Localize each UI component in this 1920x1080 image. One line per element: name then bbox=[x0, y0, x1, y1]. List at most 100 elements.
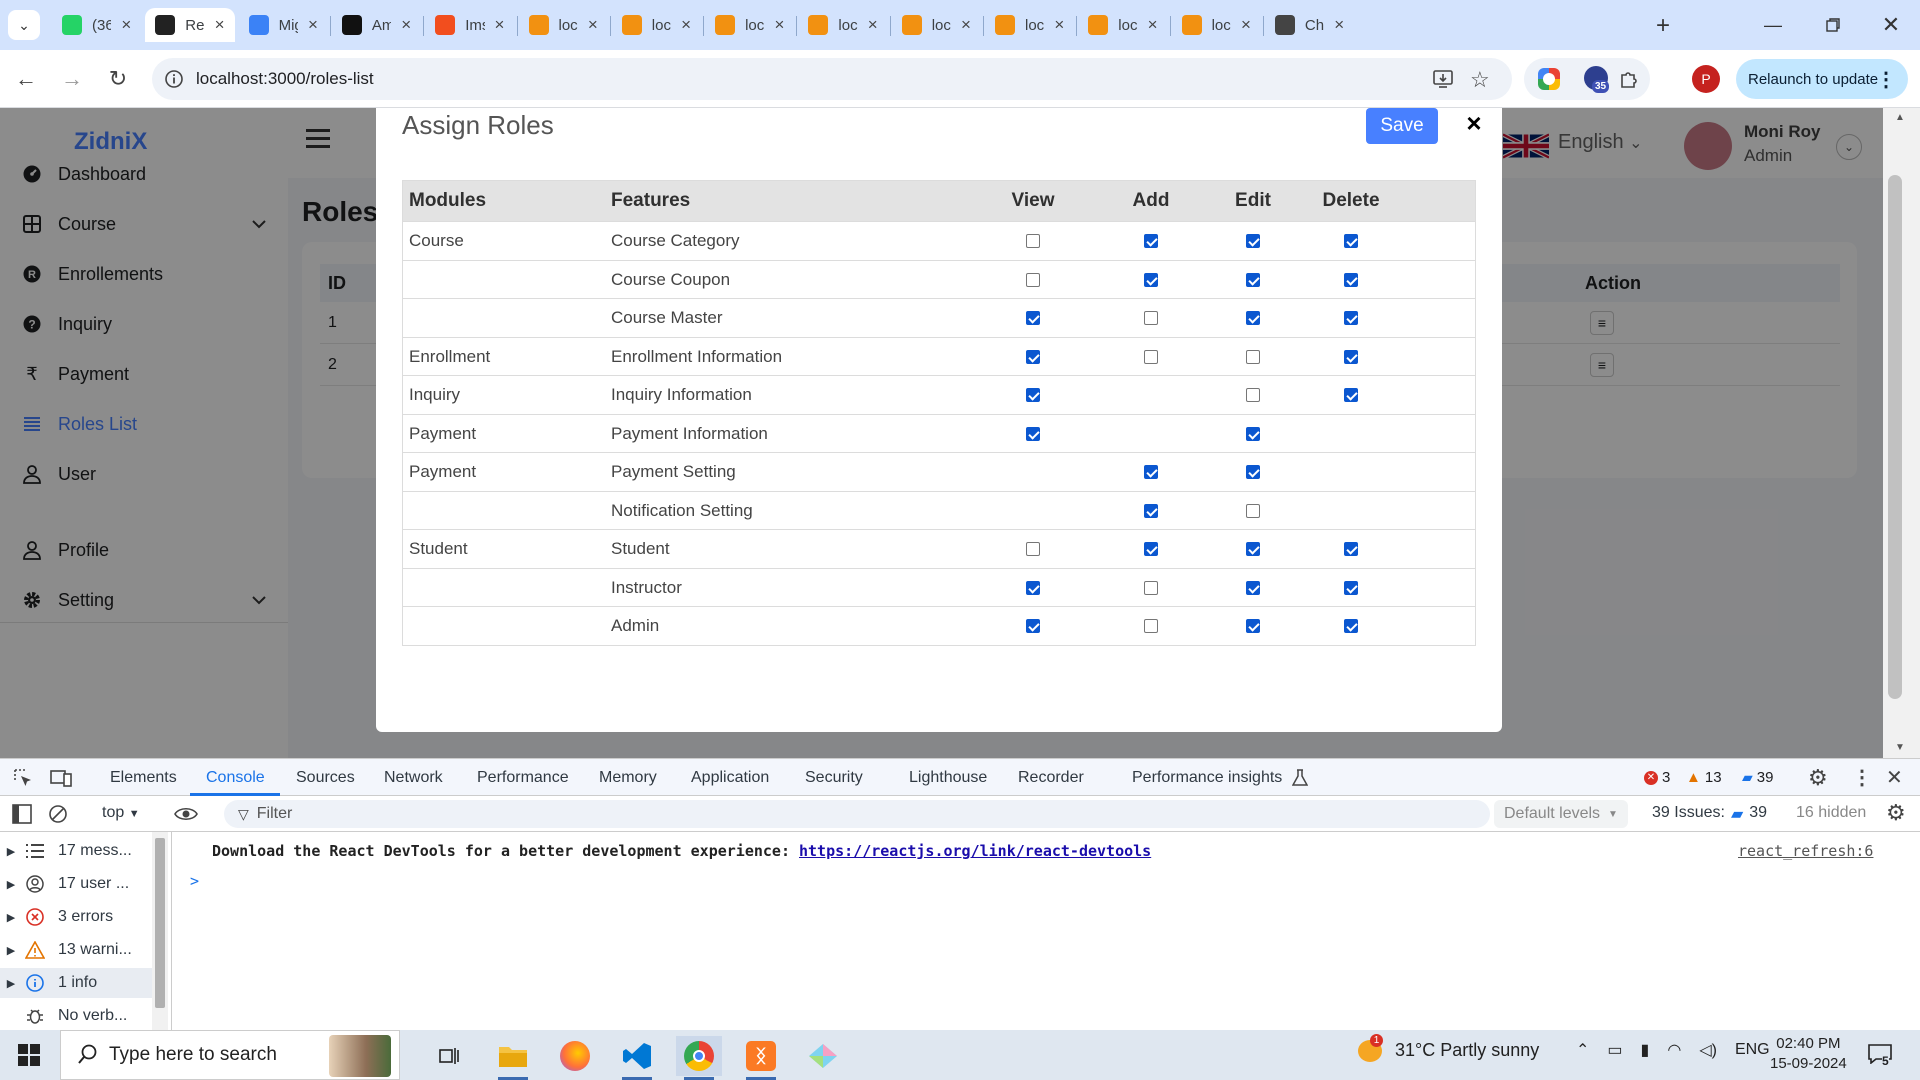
edit-checkbox[interactable] bbox=[1246, 426, 1260, 441]
restore-button[interactable] bbox=[1810, 8, 1856, 42]
scrollbar-thumb[interactable] bbox=[1888, 175, 1902, 699]
add-checkbox[interactable] bbox=[1144, 465, 1158, 479]
chrome-lens-icon[interactable] bbox=[1538, 68, 1560, 90]
forward-button[interactable]: → bbox=[56, 63, 88, 95]
browser-tab[interactable]: loca × bbox=[892, 8, 981, 42]
tab-close-icon[interactable]: × bbox=[868, 15, 878, 35]
bookmark-star-icon[interactable]: ☆ bbox=[1470, 67, 1490, 93]
expand-arrow-icon[interactable]: ▶ bbox=[0, 878, 22, 891]
devtools-tab-security[interactable]: Security bbox=[805, 759, 863, 797]
taskbar-search[interactable]: Type here to search bbox=[60, 1030, 400, 1080]
view-checkbox[interactable] bbox=[1026, 542, 1040, 556]
back-button[interactable]: ← bbox=[10, 63, 42, 95]
delete-checkbox[interactable] bbox=[1344, 580, 1358, 595]
browser-tab[interactable]: loca × bbox=[1078, 8, 1167, 42]
tab-close-icon[interactable]: × bbox=[1241, 15, 1251, 35]
tab-close-icon[interactable]: × bbox=[401, 15, 411, 35]
clear-console-icon[interactable] bbox=[48, 804, 68, 824]
tab-close-icon[interactable]: × bbox=[1334, 15, 1344, 35]
tab-close-icon[interactable]: × bbox=[961, 15, 971, 35]
edit-checkbox[interactable] bbox=[1246, 311, 1260, 325]
tab-close-icon[interactable]: × bbox=[681, 15, 691, 35]
tab-close-icon[interactable]: × bbox=[308, 15, 318, 35]
filter-input[interactable]: ▽ Filter bbox=[224, 800, 1490, 828]
volume-icon[interactable]: ◁) bbox=[1699, 1040, 1717, 1060]
delete-checkbox[interactable] bbox=[1344, 542, 1358, 556]
browser-tab[interactable]: Cha × bbox=[1265, 8, 1354, 42]
profile-avatar[interactable]: P bbox=[1692, 65, 1720, 93]
wifi-icon[interactable]: ◠ bbox=[1667, 1040, 1681, 1060]
console-sidebar-item[interactable]: ▶ 13 warni... bbox=[0, 935, 160, 965]
add-checkbox[interactable] bbox=[1144, 503, 1158, 518]
message-count[interactable]: ▰ 39 bbox=[1742, 769, 1773, 786]
xampp-icon[interactable]: ᛝ bbox=[738, 1036, 784, 1080]
notification-center-icon[interactable]: 5 bbox=[1868, 1044, 1894, 1068]
live-expression-eye-icon[interactable] bbox=[174, 804, 198, 824]
devtools-tab-recorder[interactable]: Recorder bbox=[1018, 759, 1084, 797]
edit-checkbox[interactable] bbox=[1246, 542, 1260, 556]
vscode-icon[interactable] bbox=[614, 1036, 660, 1080]
view-checkbox[interactable] bbox=[1026, 388, 1040, 402]
task-view-icon[interactable] bbox=[426, 1036, 472, 1076]
console-sidebar-item[interactable]: ▶ 17 user ... bbox=[0, 869, 160, 899]
warning-count[interactable]: ▲ 13 bbox=[1686, 769, 1722, 786]
view-checkbox[interactable] bbox=[1026, 426, 1040, 441]
view-checkbox[interactable] bbox=[1026, 311, 1040, 325]
devtools-tab-lighthouse[interactable]: Lighthouse bbox=[909, 759, 987, 797]
devtools-tab-sources[interactable]: Sources bbox=[296, 759, 355, 797]
site-info-icon[interactable] bbox=[164, 69, 184, 89]
system-clock[interactable]: 02:40 PM 15-09-2024 bbox=[1770, 1034, 1847, 1074]
puzzle-icon[interactable] bbox=[1618, 68, 1640, 90]
device-toolbar-icon[interactable] bbox=[50, 767, 72, 789]
edit-checkbox[interactable] bbox=[1246, 503, 1260, 518]
battery-icon[interactable]: ▮ bbox=[1641, 1040, 1650, 1060]
reload-button[interactable]: ↻ bbox=[102, 63, 134, 95]
devtools-more-icon[interactable]: ⋮ bbox=[1852, 765, 1872, 790]
console-sidebar-item[interactable]: ▶ 3 errors bbox=[0, 902, 160, 932]
browser-tab[interactable]: loca × bbox=[1172, 8, 1261, 42]
devtools-tab-performance-insights[interactable]: Performance insights bbox=[1132, 759, 1282, 797]
delete-checkbox[interactable] bbox=[1344, 388, 1358, 402]
tab-close-icon[interactable]: × bbox=[215, 15, 225, 35]
expand-arrow-icon[interactable]: ▶ bbox=[0, 977, 22, 990]
console-sidebar-item[interactable]: ▶ 1 info bbox=[0, 968, 160, 998]
delete-checkbox[interactable] bbox=[1344, 272, 1358, 287]
issues-button[interactable]: 39 Issues: ▰ 39 bbox=[1652, 804, 1767, 824]
add-checkbox[interactable] bbox=[1144, 619, 1158, 633]
edit-checkbox[interactable] bbox=[1246, 234, 1260, 248]
browser-tab[interactable]: loca × bbox=[519, 8, 608, 42]
tab-search-button[interactable]: ⌄ bbox=[8, 10, 40, 40]
browser-tab[interactable]: loca × bbox=[985, 8, 1074, 42]
view-checkbox[interactable] bbox=[1026, 619, 1040, 633]
close-icon[interactable]: × bbox=[1459, 108, 1489, 138]
default-levels-dropdown[interactable]: Default levels ▼ bbox=[1494, 800, 1628, 828]
view-checkbox[interactable] bbox=[1026, 349, 1040, 364]
add-checkbox[interactable] bbox=[1144, 311, 1158, 325]
view-checkbox[interactable] bbox=[1026, 234, 1040, 248]
view-checkbox[interactable] bbox=[1026, 580, 1040, 595]
new-tab-button[interactable]: + bbox=[1649, 12, 1677, 40]
start-windows-icon[interactable] bbox=[18, 1044, 40, 1066]
relaunch-button[interactable]: Relaunch to update ⋮ bbox=[1736, 59, 1908, 99]
edit-checkbox[interactable] bbox=[1246, 388, 1260, 402]
devtools-tab-elements[interactable]: Elements bbox=[110, 759, 177, 797]
tab-close-icon[interactable]: × bbox=[495, 15, 505, 35]
firefox-icon[interactable] bbox=[552, 1036, 598, 1076]
tab-close-icon[interactable]: × bbox=[588, 15, 598, 35]
view-checkbox[interactable] bbox=[1026, 272, 1040, 287]
tab-close-icon[interactable]: × bbox=[774, 15, 784, 35]
error-count[interactable]: ✕ 3 bbox=[1644, 769, 1670, 786]
minimize-button[interactable]: — bbox=[1750, 8, 1796, 42]
add-checkbox[interactable] bbox=[1144, 542, 1158, 556]
browser-tab[interactable]: loca × bbox=[612, 8, 701, 42]
inspect-element-icon[interactable] bbox=[12, 767, 34, 789]
address-bar[interactable]: localhost:3000/roles-list ☆ bbox=[152, 58, 1512, 100]
edit-checkbox[interactable] bbox=[1246, 272, 1260, 287]
edit-checkbox[interactable] bbox=[1246, 619, 1260, 633]
message-link[interactable]: https://reactjs.org/link/react-devtools bbox=[799, 842, 1151, 860]
console-sidebar-scroll-thumb[interactable] bbox=[155, 838, 165, 1008]
browser-tab[interactable]: Mig × bbox=[239, 8, 328, 42]
context-selector[interactable]: top ▼ bbox=[102, 804, 140, 822]
scroll-up-icon[interactable]: ▲ bbox=[1895, 112, 1905, 123]
input-language[interactable]: ENG bbox=[1735, 1041, 1770, 1059]
